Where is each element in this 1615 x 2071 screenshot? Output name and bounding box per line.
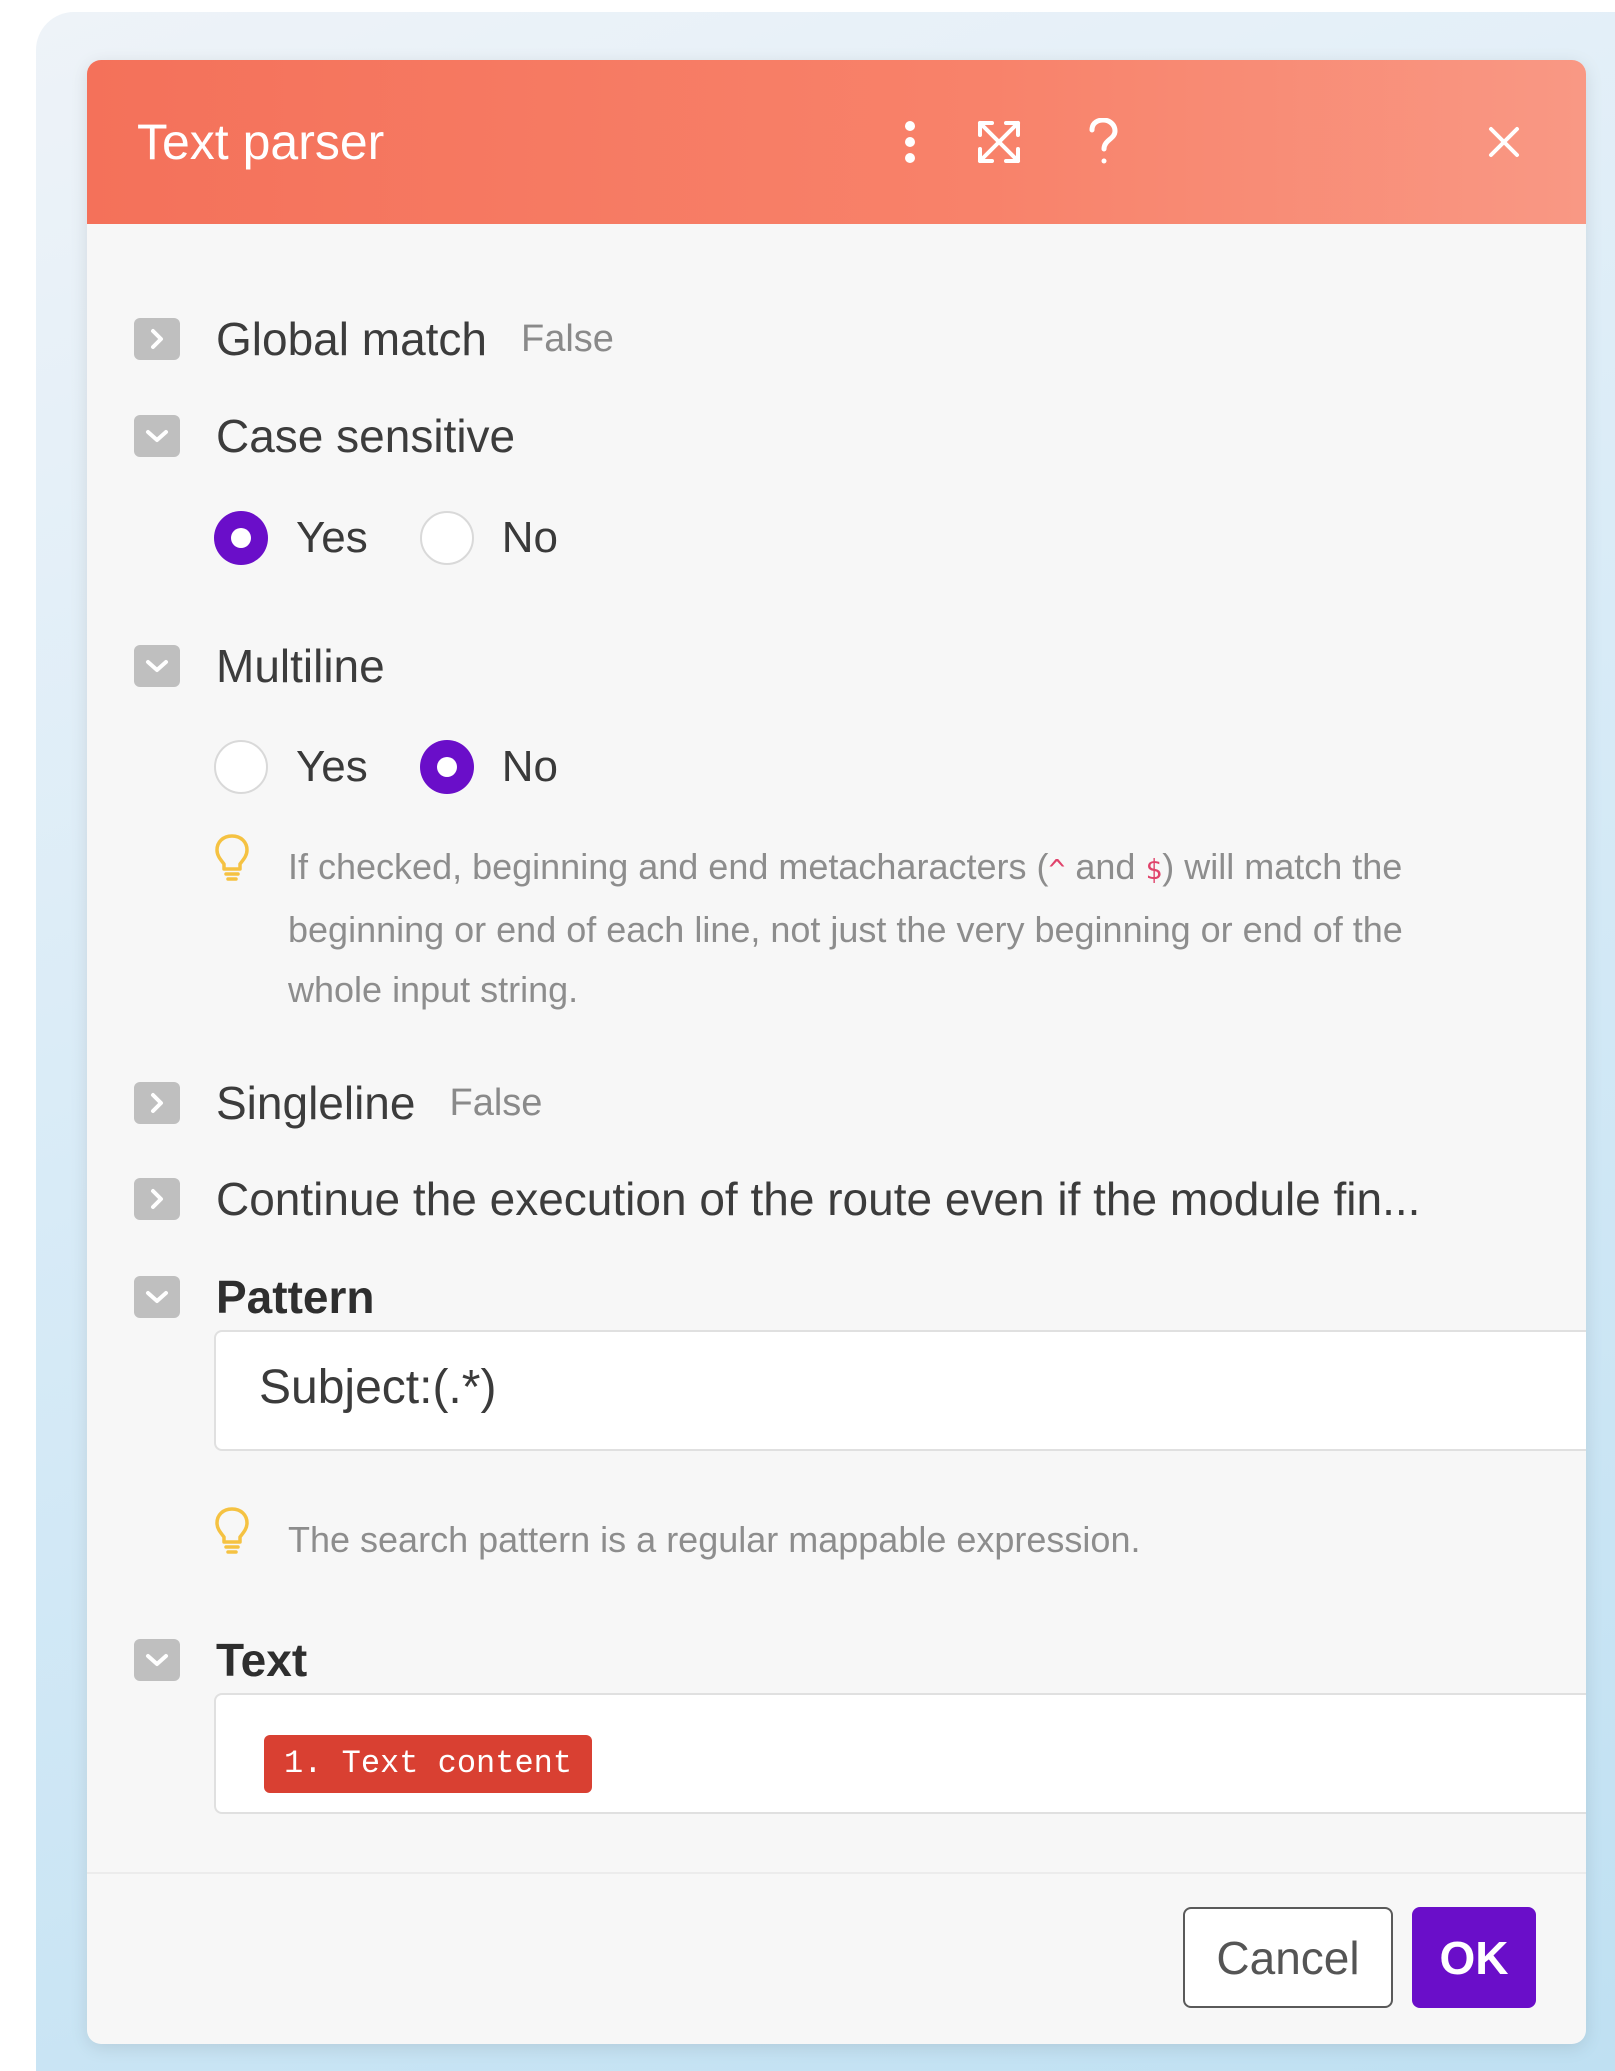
case-sensitive-yes-radio[interactable]: Yes [214, 511, 368, 565]
case-sensitive-options: Yes No [214, 508, 610, 568]
continue-execution-label: Continue the execution of the route even… [216, 1173, 1421, 1225]
pattern-input-value: Subject:(.*) [259, 1361, 497, 1414]
case-sensitive-yes-label: Yes [296, 513, 368, 562]
case-sensitive-no-radio[interactable]: No [419, 511, 559, 565]
case-sensitive-label: Case sensitive [216, 410, 516, 462]
text-parser-dialog: Text parser Global match False Case sens… [87, 60, 1586, 2044]
footer-divider [87, 1872, 1586, 1874]
multiline-yes-radio[interactable]: Yes [214, 740, 368, 794]
singleline-label: Singleline [216, 1077, 416, 1129]
global-match-row[interactable]: Global match False [134, 309, 614, 369]
continue-execution-row[interactable]: Continue the execution of the route even… [134, 1169, 1420, 1229]
chevron-down-icon[interactable] [134, 415, 180, 457]
text-row[interactable]: Text [134, 1630, 307, 1690]
radio-checked-icon[interactable] [214, 511, 268, 565]
radio-checked-icon[interactable] [419, 740, 474, 794]
ok-button[interactable]: OK [1412, 1907, 1536, 2008]
global-match-value: False [521, 317, 614, 360]
pattern-input[interactable]: Subject:(.*) [214, 1330, 1586, 1451]
pattern-hint-text: The search pattern is a regular mappable… [288, 1519, 1141, 1560]
multiline-yes-label: Yes [296, 742, 368, 791]
multiline-row[interactable]: Multiline [134, 636, 385, 696]
multiline-options: Yes No [214, 737, 610, 797]
more-vertical-icon[interactable] [878, 110, 942, 174]
pattern-row[interactable]: Pattern [134, 1267, 374, 1327]
singleline-row[interactable]: Singleline False [134, 1073, 542, 1133]
text-label: Text [216, 1634, 308, 1686]
multiline-no-label: No [501, 742, 559, 791]
radio-unchecked-icon[interactable] [214, 740, 268, 794]
radio-unchecked-icon[interactable] [419, 511, 474, 565]
lightbulb-icon [214, 1506, 256, 1561]
dialog-header: Text parser [87, 60, 1586, 224]
chevron-down-icon[interactable] [134, 1276, 180, 1318]
case-sensitive-no-label: No [501, 513, 559, 562]
multiline-no-radio[interactable]: No [419, 740, 559, 794]
close-icon[interactable] [1472, 110, 1536, 174]
text-input[interactable]: 1. Text content [214, 1693, 1586, 1814]
global-match-label: Global match [216, 313, 488, 365]
expand-icon[interactable] [967, 110, 1031, 174]
dialog-title: Text parser [137, 114, 385, 170]
dollar-metachar: $ [1145, 853, 1163, 886]
chevron-right-icon[interactable] [134, 1178, 180, 1220]
pattern-hint: The search pattern is a regular mappable… [214, 1507, 1464, 1570]
singleline-value: False [449, 1081, 543, 1124]
multiline-label: Multiline [216, 640, 385, 692]
pattern-label: Pattern [216, 1271, 375, 1323]
text-content-token[interactable]: 1. Text content [264, 1735, 593, 1793]
chevron-right-icon[interactable] [134, 1082, 180, 1124]
help-icon[interactable] [1071, 110, 1135, 174]
chevron-right-icon[interactable] [134, 318, 180, 360]
multiline-hint-text: If checked, beginning and end metacharac… [288, 846, 1403, 1010]
caret-metachar: ^ [1048, 853, 1066, 886]
chevron-down-icon[interactable] [134, 645, 180, 687]
chevron-down-icon[interactable] [134, 1639, 180, 1681]
multiline-hint: If checked, beginning and end metacharac… [214, 834, 1414, 1020]
lightbulb-icon [214, 833, 256, 888]
case-sensitive-row[interactable]: Case sensitive [134, 406, 515, 466]
cancel-button[interactable]: Cancel [1183, 1907, 1393, 2008]
